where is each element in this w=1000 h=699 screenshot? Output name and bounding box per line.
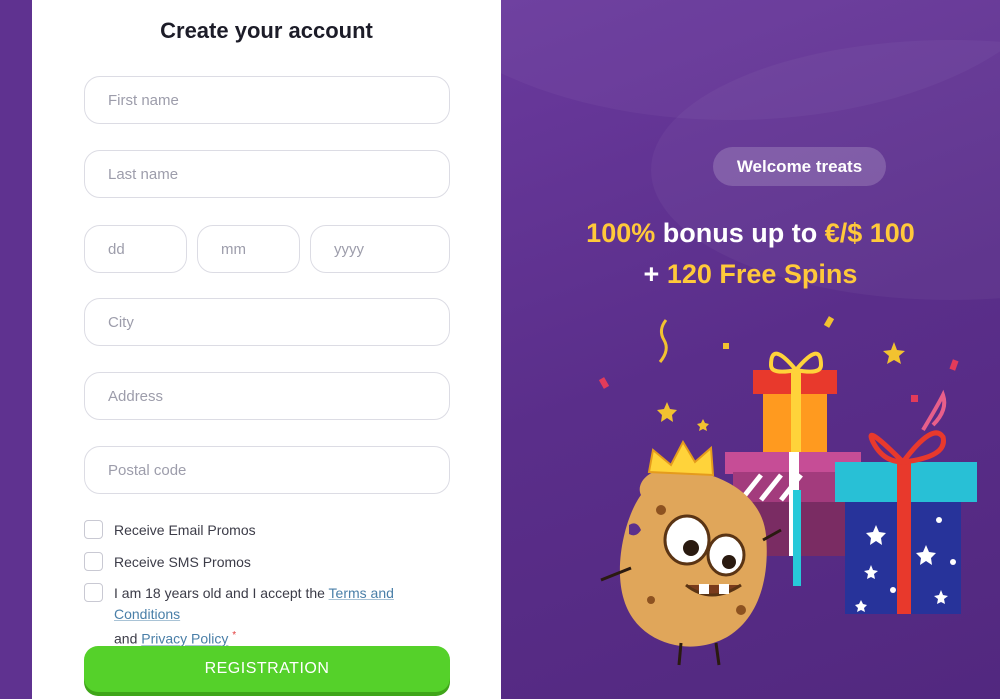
registration-form: Create your account Receive Email Promos… (32, 0, 501, 699)
bonus-text: bonus up to (662, 218, 818, 248)
blue-gift-icon (835, 389, 977, 614)
age-terms-prefix: I am 18 years old and I accept the (114, 585, 325, 601)
confetti-icon (823, 316, 835, 328)
gifts-cookie-illustration (598, 316, 977, 666)
last-name-input[interactable] (84, 150, 450, 198)
sms-promos-checkbox[interactable] (84, 552, 103, 571)
age-terms-option: I am 18 years old and I accept the Terms… (84, 583, 454, 650)
postal-code-input[interactable] (84, 446, 450, 494)
age-terms-label: I am 18 years old and I accept the Terms… (114, 583, 454, 650)
age-terms-checkbox[interactable] (84, 583, 103, 602)
city-input[interactable] (84, 298, 450, 346)
welcome-badge: Welcome treats (713, 147, 886, 186)
required-mark: * (232, 630, 237, 641)
bonus-percent: 100% (586, 218, 656, 248)
ribbon-icon (793, 490, 801, 586)
bonus-headline: 100% bonus up to €/$ 100 (501, 218, 1000, 249)
birth-day-input[interactable] (84, 225, 187, 273)
email-promos-option: Receive Email Promos (84, 520, 256, 541)
privacy-policy-link[interactable]: Privacy Policy (141, 631, 228, 647)
star-icon (697, 419, 709, 431)
first-name-input[interactable] (84, 76, 450, 124)
orange-gift-icon (753, 351, 837, 463)
star-icon (883, 342, 905, 364)
address-input[interactable] (84, 372, 450, 420)
plus-sign: + (643, 259, 660, 289)
form-title: Create your account (160, 18, 373, 43)
email-promos-label: Receive Email Promos (114, 522, 256, 538)
birth-year-input[interactable] (310, 225, 450, 273)
confetti-icon (949, 359, 959, 371)
confetti-icon (598, 377, 610, 389)
spins-headline: + 120 Free Spins (501, 259, 1000, 290)
confetti-icon (723, 343, 729, 349)
registration-button[interactable]: REGISTRATION (84, 646, 450, 692)
crown-icon (647, 439, 715, 477)
bonus-amount: €/$ 100 (824, 218, 915, 248)
confetti-ribbon-icon (658, 319, 668, 363)
and-text: and (114, 630, 138, 647)
free-spins-text: 120 Free Spins (666, 259, 858, 289)
email-promos-checkbox[interactable] (84, 520, 103, 539)
confetti-icon (911, 395, 918, 402)
birth-month-input[interactable] (197, 225, 300, 273)
sms-promos-label: Receive SMS Promos (114, 554, 251, 570)
sms-promos-option: Receive SMS Promos (84, 552, 251, 573)
left-background (0, 0, 32, 699)
star-icon (657, 402, 677, 422)
promo-panel: Welcome treats 100% bonus up to €/$ 100 … (501, 0, 1000, 699)
